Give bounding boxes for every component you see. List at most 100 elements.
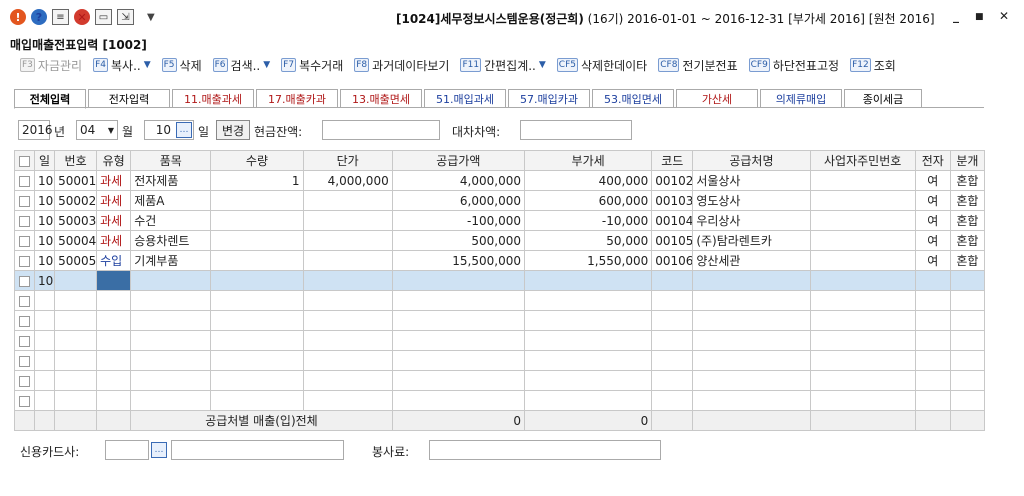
cell-item[interactable]: 기계부품 (130, 250, 212, 271)
toolbar-button-8[interactable]: CF8 전기분전표 (658, 57, 738, 74)
cell-entry[interactable] (949, 390, 986, 411)
cell-vendor[interactable] (692, 270, 811, 291)
cell-code[interactable] (651, 310, 694, 331)
toolbar-button-6[interactable]: F11 간편집계.. ▼ (460, 57, 546, 74)
toolbar-button-5[interactable]: F8 과거데이타보기 (354, 57, 449, 74)
cell-entry[interactable]: 혼합 (949, 230, 986, 251)
cell-qty[interactable] (210, 350, 304, 371)
cell-item[interactable] (130, 290, 212, 311)
cell-entry[interactable] (949, 270, 986, 291)
cash-balance-field[interactable] (322, 120, 440, 140)
cell-supply[interactable]: 6,000,000 (391, 190, 525, 211)
cell-supply[interactable] (391, 350, 525, 371)
table-row[interactable]: 10 50002 과세 제품A 6,000,000 600,000 00103 영도상사 여 혼합 (13, 190, 986, 211)
cell-type[interactable]: 과세 (96, 210, 132, 231)
tab-9[interactable]: 의제류매입 (760, 89, 842, 108)
cell-price[interactable] (302, 250, 393, 271)
table-row[interactable]: 10 50003 과세 수건 -100,000 -10,000 00104 우리상사 여 혼합 (13, 210, 986, 231)
cell-elec[interactable]: 여 (914, 190, 951, 211)
cell-elec[interactable]: 여 (914, 170, 951, 191)
cell-no[interactable] (54, 330, 98, 351)
cell-code[interactable] (651, 350, 694, 371)
tab-3[interactable]: 17.매출카과 (256, 89, 338, 108)
cell-vat[interactable] (523, 330, 653, 351)
cell-no[interactable] (54, 290, 98, 311)
toolbar-button-7[interactable]: CF5 삭제한데이타 (556, 57, 647, 74)
cell-item[interactable] (130, 270, 212, 291)
cell-item[interactable] (130, 330, 212, 351)
cell-bizno[interactable] (809, 330, 916, 351)
table-row[interactable]: 10 50005 수입 기계부품 15,500,000 1,550,000 00106 양산세… (13, 250, 986, 271)
cell-vat[interactable]: -10,000 (523, 210, 653, 231)
cell-price[interactable] (302, 210, 393, 231)
cell-bizno[interactable] (809, 250, 916, 271)
close-button[interactable]: ✕ (999, 9, 1009, 23)
cell-no[interactable] (54, 350, 98, 371)
cell-vat[interactable]: 1,550,000 (523, 250, 653, 271)
row-checkbox-cell[interactable] (13, 390, 36, 411)
cell-type[interactable] (96, 370, 132, 391)
help-icon[interactable]: ? (31, 9, 47, 25)
cell-supply[interactable]: -100,000 (391, 210, 525, 231)
cell-type[interactable] (96, 390, 132, 411)
tab-0[interactable]: 전체입력 (14, 89, 86, 109)
empty-row[interactable] (13, 370, 986, 391)
cell-no[interactable] (54, 370, 98, 391)
cell-supply[interactable]: 500,000 (391, 230, 525, 251)
cell-item[interactable] (130, 370, 212, 391)
cell-entry[interactable] (949, 330, 986, 351)
cell-entry[interactable] (949, 350, 986, 371)
cell-bizno[interactable] (809, 350, 916, 371)
cell-supply[interactable] (391, 330, 525, 351)
quick-menu-chevron-icon[interactable]: ▼ (147, 12, 155, 23)
cell-vendor[interactable]: 영도상사 (692, 190, 811, 211)
cell-elec[interactable]: 여 (914, 250, 951, 271)
cell-vat[interactable] (523, 310, 653, 331)
cell-elec[interactable] (914, 290, 951, 311)
cell-no[interactable]: 50003 (54, 210, 98, 231)
cell-bizno[interactable] (809, 290, 916, 311)
cell-vendor[interactable] (692, 390, 811, 411)
cell-type[interactable] (96, 310, 132, 331)
tab-6[interactable]: 57.매입카과 (508, 89, 590, 108)
cell-elec[interactable]: 여 (914, 230, 951, 251)
cell-qty[interactable] (210, 330, 304, 351)
cell-elec[interactable]: 여 (914, 210, 951, 231)
cell-code[interactable] (651, 270, 694, 291)
cell-price[interactable] (302, 370, 393, 391)
cell-supply[interactable] (391, 370, 525, 391)
cell-vendor[interactable] (692, 310, 811, 331)
cell-vendor[interactable]: 양산세관 (692, 250, 811, 271)
cell-vendor[interactable]: (주)탐라렌트카 (692, 230, 811, 251)
cell-supply[interactable] (391, 390, 525, 411)
cell-no[interactable]: 50002 (54, 190, 98, 211)
cell-vat[interactable] (523, 390, 653, 411)
cell-code[interactable]: 00106 (651, 250, 694, 271)
cell-bizno[interactable] (809, 270, 916, 291)
cell-qty[interactable] (210, 210, 304, 231)
cell-day[interactable]: 10 (34, 270, 56, 291)
cell-vendor[interactable] (692, 370, 811, 391)
alert-icon[interactable]: ! (10, 9, 26, 25)
cell-type[interactable] (96, 290, 132, 311)
cell-price[interactable] (302, 230, 393, 251)
cell-code[interactable] (651, 370, 694, 391)
cell-type[interactable]: 과세 (96, 230, 132, 251)
cell-day[interactable] (34, 290, 56, 311)
cell-qty[interactable] (210, 290, 304, 311)
minimize-button[interactable]: _ (953, 9, 959, 23)
cell-elec[interactable] (914, 350, 951, 371)
cell-bizno[interactable] (809, 230, 916, 251)
cell-no[interactable] (54, 390, 98, 411)
cell-qty[interactable] (210, 310, 304, 331)
toolbar-button-9[interactable]: CF9 하단전표고정 (748, 57, 839, 74)
cell-type[interactable]: 과세 (96, 190, 132, 211)
empty-row[interactable] (13, 290, 986, 311)
cell-entry[interactable]: 혼합 (949, 170, 986, 191)
cell-elec[interactable] (914, 390, 951, 411)
cell-type[interactable] (96, 270, 132, 291)
cell-entry[interactable] (949, 370, 986, 391)
row-checkbox-cell[interactable] (13, 310, 36, 331)
table-row[interactable]: 10 50004 과세 승용차렌트 500,000 50,000 00105 (주)탐라렌트카… (13, 230, 986, 251)
tab-8[interactable]: 가산세 (676, 89, 758, 108)
